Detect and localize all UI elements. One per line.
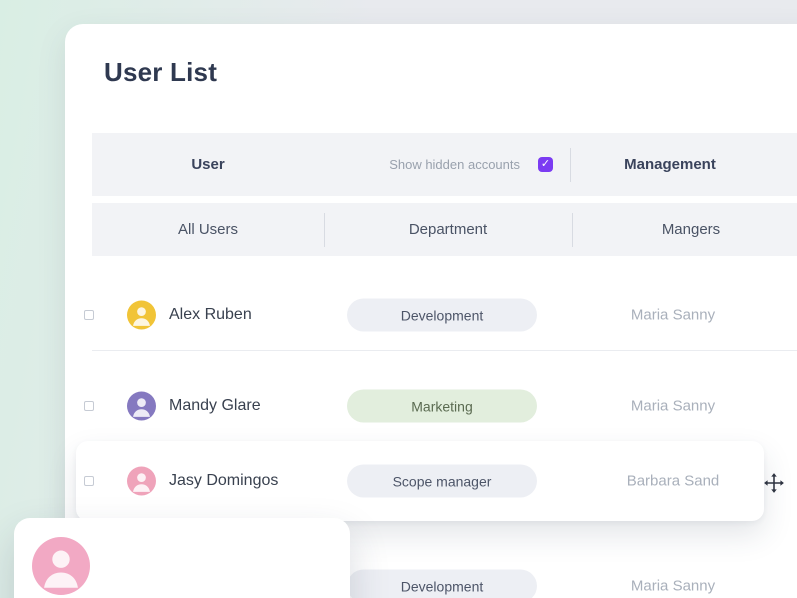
user-name: Alex Ruben (169, 306, 252, 323)
manager-name: Barbara Sand (626, 472, 720, 490)
subheader-cell-all-users[interactable]: All Users (92, 203, 324, 256)
drag-preview-card[interactable] (14, 518, 350, 598)
row-checkbox[interactable] (84, 401, 94, 411)
department-badge: Marketing (347, 389, 537, 423)
dragged-row-card[interactable]: Jasy Domingos Scope manager Barbara Sand (76, 441, 764, 521)
show-hidden-checkbox[interactable]: ✓ (538, 157, 553, 172)
check-icon: ✓ (540, 158, 551, 170)
subheader-cell-managers[interactable]: Mangers (572, 203, 797, 256)
show-hidden-group: Show hidden accounts ✓ (92, 133, 570, 196)
user-avatar (127, 391, 156, 421)
page-title: User List (104, 57, 218, 87)
show-hidden-label[interactable]: Show hidden accounts (389, 157, 520, 172)
header-cell-management: Management (624, 156, 716, 173)
manager-name: Maria Sanny (630, 306, 716, 324)
user-avatar (127, 466, 156, 496)
person-icon (44, 550, 78, 588)
user-list-card: User List User Show hidden accounts ✓ Ma… (65, 24, 797, 598)
move-icon[interactable] (763, 472, 785, 494)
user-avatar (127, 300, 156, 330)
user-row[interactable]: Alex Ruben Development Maria Sanny (84, 280, 797, 350)
subheader-cell-department[interactable]: Department (324, 203, 572, 256)
table-subheader-row: All Users Department Mangers (92, 203, 797, 256)
person-icon (133, 398, 150, 417)
department-badge: Development (347, 569, 537, 598)
user-row[interactable]: Mandy Glare Marketing Maria Sanny (84, 371, 797, 441)
user-name: Jasy Domingos (169, 472, 279, 489)
drag-preview-avatar (32, 537, 90, 595)
user-name: Mandy Glare (169, 397, 261, 414)
table-header-row: User Show hidden accounts ✓ Management (92, 133, 797, 196)
manager-name: Maria Sanny (630, 577, 716, 595)
manager-name: Maria Sanny (630, 397, 716, 415)
row-divider (92, 350, 797, 351)
department-badge: Scope manager (347, 464, 537, 498)
user-row[interactable]: Jasy Domingos Scope manager Barbara Sand (84, 441, 764, 521)
row-checkbox[interactable] (84, 476, 94, 486)
row-checkbox[interactable] (84, 310, 94, 320)
person-icon (133, 307, 150, 326)
department-badge: Development (347, 298, 537, 332)
person-icon (133, 473, 150, 492)
